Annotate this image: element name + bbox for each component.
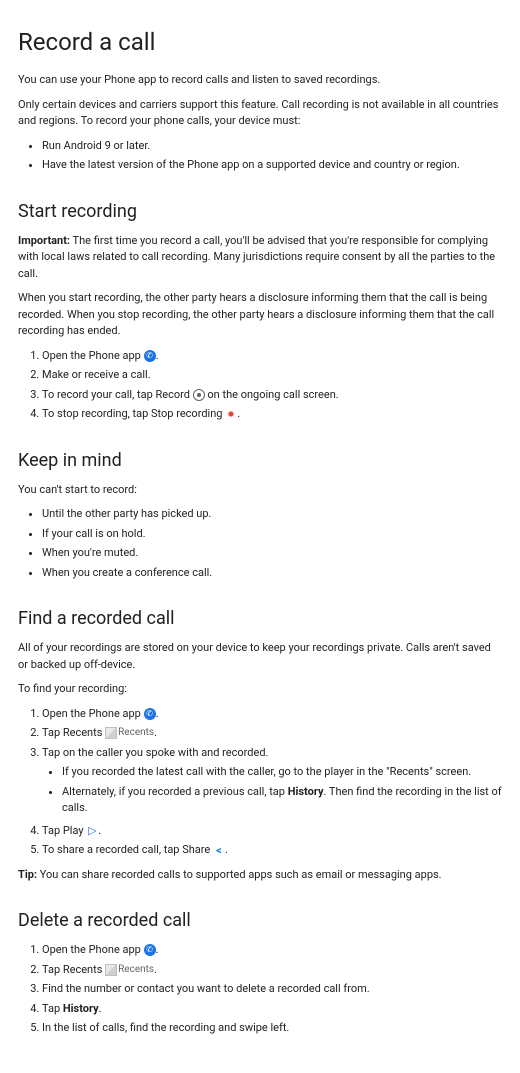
list-item: When you're muted. <box>42 545 502 562</box>
delete-steps: Open the Phone app . Tap Recents Recents… <box>18 942 502 1037</box>
list-item: If your call is on hold. <box>42 526 502 543</box>
tip-note: Tip: You can share recorded calls to sup… <box>18 867 502 884</box>
section-heading-keep: Keep in mind <box>18 447 502 474</box>
keep-lead: You can't start to record: <box>18 482 502 499</box>
important-note: Important: The first time you record a c… <box>18 233 502 283</box>
step-text: To stop recording, tap Stop recording <box>42 407 225 420</box>
list-item: To stop recording, tap Stop recording . <box>42 406 502 423</box>
period: . <box>156 349 159 362</box>
section-heading-start: Start recording <box>18 198 502 225</box>
step-text: Tap <box>42 1002 63 1015</box>
list-item: When you create a conference call. <box>42 565 502 582</box>
list-item: Open the Phone app . <box>42 942 502 959</box>
step-text: To record your call, tap Record <box>42 388 193 401</box>
stop-icon <box>225 408 237 420</box>
step-text: Open the Phone app <box>42 349 144 362</box>
recents-alt-text: Recents <box>118 965 154 975</box>
nested-list: If you recorded the latest call with the… <box>42 764 502 817</box>
requirements-list: Run Android 9 or later. Have the latest … <box>18 138 502 174</box>
list-item: Alternately, if you recorded a previous … <box>62 784 502 817</box>
list-item: Find the number or contact you want to d… <box>42 981 502 998</box>
keep-list: Until the other party has picked up. If … <box>18 506 502 581</box>
list-item: To record your call, tap Record on the o… <box>42 387 502 404</box>
period: . <box>225 843 228 856</box>
intro-text-1: You can use your Phone app to record cal… <box>18 72 502 89</box>
phone-icon <box>144 944 156 956</box>
start-steps: Open the Phone app . Make or receive a c… <box>18 348 502 423</box>
disclosure-text: When you start recording, the other part… <box>18 290 502 340</box>
period: . <box>156 943 159 956</box>
history-label: History <box>63 1002 99 1015</box>
list-item: Have the latest version of the Phone app… <box>42 157 502 174</box>
list-item: Until the other party has picked up. <box>42 506 502 523</box>
intro-text-2: Only certain devices and carriers suppor… <box>18 97 502 130</box>
list-item: Make or receive a call. <box>42 367 502 384</box>
period: . <box>156 707 159 720</box>
find-steps: Open the Phone app . Tap Recents Recents… <box>18 706 502 859</box>
share-icon: < <box>213 844 225 856</box>
list-item: Open the Phone app . <box>42 348 502 365</box>
section-heading-delete: Delete a recorded call <box>18 907 502 934</box>
period: . <box>98 824 101 837</box>
step-text: To share a recorded call, tap Share <box>42 843 213 856</box>
recents-icon: Recents <box>105 964 154 976</box>
period: . <box>99 1002 102 1015</box>
important-label: Important: <box>18 234 70 247</box>
step-text: on the ongoing call screen. <box>205 388 339 401</box>
period: . <box>154 726 157 739</box>
step-text: Open the Phone app <box>42 943 144 956</box>
list-item: If you recorded the latest call with the… <box>62 764 502 781</box>
list-item: Tap Recents Recents. <box>42 725 502 742</box>
step-text: Tap Recents <box>42 726 105 739</box>
tip-text: You can share recorded calls to supporte… <box>37 868 442 881</box>
list-item: Tap Recents Recents. <box>42 962 502 979</box>
recents-alt-text: Recents <box>118 728 154 738</box>
step-text: Alternately, if you recorded a previous … <box>62 785 288 798</box>
list-item: Run Android 9 or later. <box>42 138 502 155</box>
list-item: Tap on the caller you spoke with and rec… <box>42 745 502 817</box>
step-text: Tap Recents <box>42 963 105 976</box>
list-item: Open the Phone app . <box>42 706 502 723</box>
tip-label: Tip: <box>18 868 37 881</box>
history-label: History <box>288 785 324 798</box>
period: . <box>154 963 157 976</box>
list-item: In the list of calls, find the recording… <box>42 1020 502 1037</box>
section-heading-find: Find a recorded call <box>18 605 502 632</box>
period: . <box>237 407 240 420</box>
phone-icon <box>144 350 156 362</box>
list-item: Tap Play ▷. <box>42 823 502 840</box>
find-lead: To find your recording: <box>18 681 502 698</box>
step-text: Open the Phone app <box>42 707 144 720</box>
list-item: To share a recorded call, tap Share <. <box>42 842 502 859</box>
important-text: The first time you record a call, you'll… <box>18 234 495 280</box>
recents-icon: Recents <box>105 727 154 739</box>
step-text: Tap on the caller you spoke with and rec… <box>42 746 268 759</box>
find-intro: All of your recordings are stored on you… <box>18 640 502 673</box>
record-icon <box>193 389 205 401</box>
step-text: Tap Play <box>42 824 86 837</box>
play-icon: ▷ <box>86 825 98 837</box>
phone-icon <box>144 708 156 720</box>
page-title: Record a call <box>18 24 502 60</box>
list-item: Tap History. <box>42 1001 502 1018</box>
